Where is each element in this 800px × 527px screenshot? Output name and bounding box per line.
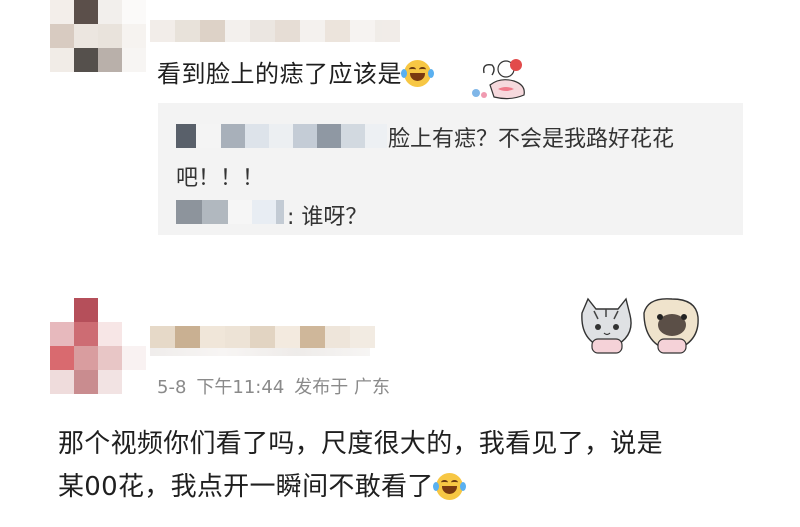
cat-with-fish-sticker [472,59,525,100]
comment-time: 下午11:44 [196,377,285,398]
reply-username-blurred[interactable] [176,124,387,148]
pug-sticker [643,298,699,354]
reply-text: 脸上有痣？不会是我路好花花 [388,127,675,152]
username-subline-blurred [150,348,370,356]
laughing-with-tears-icon [401,60,434,87]
reply-text: : 谁呀？ [287,205,368,230]
reply-username-blurred[interactable] [176,200,284,224]
laughing-with-tears-icon [432,473,466,500]
comment-text: 看到脸上的痣了应该是 [157,54,434,89]
cat-and-pug-stickers [581,297,699,354]
username-blurred[interactable] [150,326,375,348]
cat-sticker [581,297,632,354]
comment-line-text: 某00花，我点开一瞬间不敢看了 [58,472,434,502]
comment-line-2: 某00花，我点开一瞬间不敢看了 [58,466,778,509]
comment-body: 那个视频你们看了吗，尺度很大的，我看见了，说是 某00花，我点开一瞬间不敢看了 [58,423,778,509]
comment-meta: 5-8 下午11:44 发布于 广东 [157,373,400,399]
avatar[interactable] [50,0,146,72]
username-blurred[interactable] [150,20,400,42]
reply-text-continued: 吧！！！ [176,166,265,191]
avatar[interactable] [50,298,146,394]
comment-location: 发布于 广东 [294,377,391,398]
comment-date: 5-8 [157,377,187,398]
comment-text-content: 看到脸上的痣了应该是 [157,60,402,88]
comment-line: 那个视频你们看了吗，尺度很大的，我看见了，说是 [58,429,663,459]
